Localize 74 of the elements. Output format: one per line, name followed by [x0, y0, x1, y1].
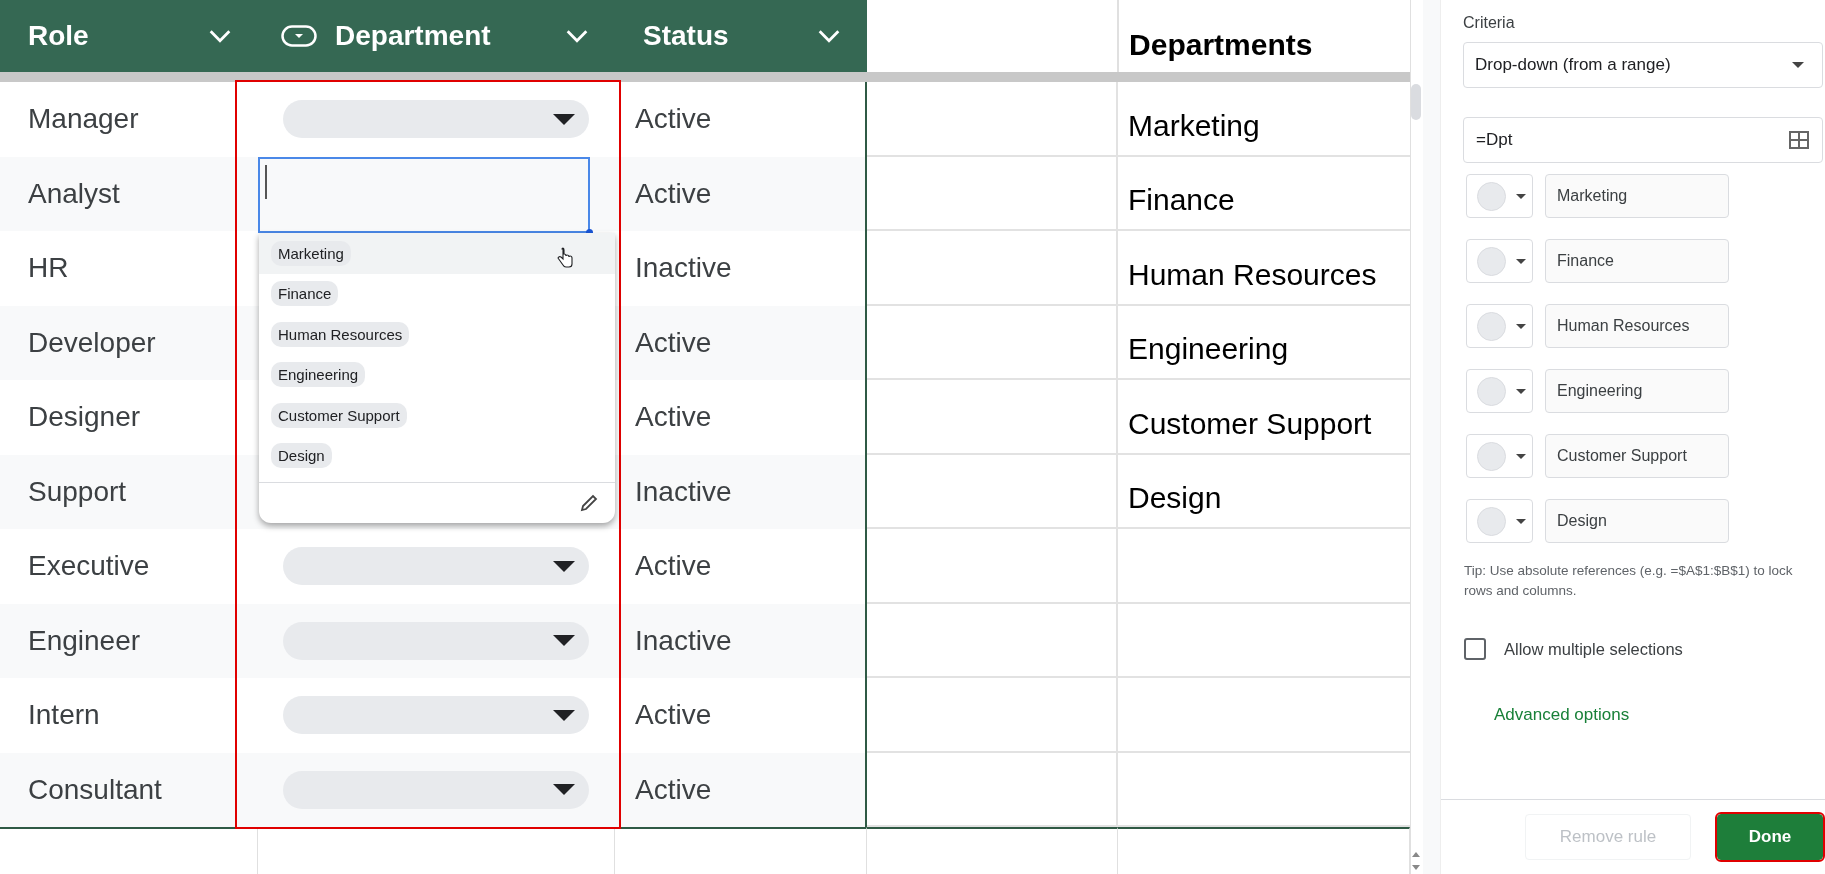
grid-icon[interactable]	[1789, 131, 1809, 149]
column-header[interactable]: Role	[28, 20, 190, 52]
table-cell: Active	[635, 326, 712, 359]
table-cell: Inactive	[635, 624, 732, 657]
table-cell: Manager	[28, 103, 139, 136]
color-picker[interactable]	[1466, 434, 1533, 478]
range-field[interactable]: =Dpt	[1463, 117, 1823, 163]
table-cell: Active	[635, 773, 712, 806]
cell-input-field[interactable]	[258, 156, 590, 233]
item-input-field[interactable]: Marketing	[1545, 174, 1729, 218]
table-cell: Developer	[28, 326, 156, 359]
table-cell: Inactive	[635, 475, 732, 508]
table-cell: Designer	[28, 401, 141, 434]
caret-down-icon[interactable]	[553, 113, 575, 125]
table-cell: Active	[635, 401, 712, 434]
chevron-down-icon[interactable]	[565, 29, 589, 43]
chevron-down-icon[interactable]	[208, 29, 232, 43]
item-input-field[interactable]: Design	[1545, 499, 1729, 543]
color-picker[interactable]	[1466, 369, 1533, 413]
hand-cursor-icon	[557, 247, 573, 269]
caret-down-icon[interactable]	[1516, 518, 1526, 524]
table-cell: Intern	[28, 699, 100, 732]
menu-option[interactable]: Engineering	[259, 354, 615, 395]
table-cell: Engineer	[28, 624, 141, 657]
menu-option[interactable]: Design	[259, 435, 615, 476]
chevron-down-icon[interactable]	[817, 29, 841, 43]
menu-option[interactable]: Marketing	[259, 233, 615, 274]
scroll-up-icon[interactable]	[1412, 852, 1420, 857]
scrollbar[interactable]	[1410, 0, 1440, 874]
caret-down-icon[interactable]	[1792, 62, 1804, 68]
list-heading: Departments	[1129, 28, 1313, 62]
table-cell: Consultant	[28, 773, 162, 806]
freeze-bar[interactable]	[0, 72, 1410, 82]
checkbox[interactable]	[1464, 638, 1486, 660]
item-input-field[interactable]: Human Resources	[1545, 304, 1729, 348]
caret-down-icon[interactable]	[1516, 258, 1526, 264]
done-button[interactable]: Done	[1717, 814, 1823, 860]
item-input-field[interactable]: Finance	[1545, 239, 1729, 283]
checkbox-label[interactable]: Allow multiple selections	[1504, 639, 1683, 659]
item-input-field[interactable]: Engineering	[1545, 369, 1729, 413]
caret-down-icon[interactable]	[553, 635, 575, 647]
caret-down-icon[interactable]	[1516, 388, 1526, 394]
menu-option[interactable]: Finance	[259, 273, 615, 314]
table-cell: Active	[635, 177, 712, 210]
pencil-icon[interactable]	[579, 493, 599, 513]
table-cell: Active	[635, 550, 712, 583]
menu-option[interactable]: Human Resources	[259, 314, 615, 355]
scroll-down-icon[interactable]	[1412, 865, 1420, 870]
table-cell: Executive	[28, 550, 150, 583]
caret-down-icon[interactable]	[553, 784, 575, 796]
table-cell: Support	[28, 475, 127, 508]
caret-down-icon[interactable]	[553, 560, 575, 572]
scroll-thumb[interactable]	[1411, 84, 1421, 120]
criteria-select[interactable]: Drop-down (from a range)	[1463, 42, 1823, 88]
tip-text: Tip: Use absolute references (e.g. =$A$1:$B$1) to lock rows and columns.	[1463, 562, 1794, 600]
column-header[interactable]: Department	[335, 20, 547, 52]
color-picker[interactable]	[1466, 174, 1533, 218]
color-picker[interactable]	[1466, 499, 1533, 543]
advanced-options-link[interactable]: Advanced options	[1494, 705, 1630, 725]
column-header[interactable]: Status	[643, 20, 799, 52]
caret-down-icon[interactable]	[1516, 453, 1526, 459]
color-picker[interactable]	[1466, 304, 1533, 348]
caret-down-icon[interactable]	[1516, 323, 1526, 329]
table-cell: Active	[635, 103, 712, 136]
table-cell: HR	[28, 252, 69, 285]
menu-option[interactable]: Customer Support	[259, 395, 615, 436]
table-cell: Inactive	[635, 252, 732, 285]
criteria-label: Criteria	[1463, 14, 1516, 32]
table-cell: Analyst	[28, 177, 120, 210]
caret-down-icon[interactable]	[1516, 193, 1526, 199]
color-picker[interactable]	[1466, 239, 1533, 283]
caret-down-icon[interactable]	[553, 709, 575, 721]
table-cell: Active	[635, 699, 712, 732]
item-input-field[interactable]: Customer Support	[1545, 434, 1729, 478]
